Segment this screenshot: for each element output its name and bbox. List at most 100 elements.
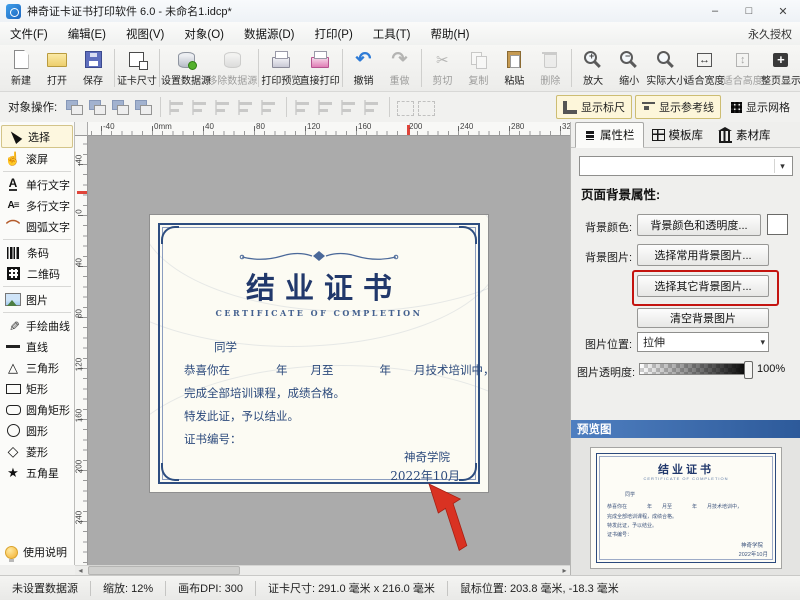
tool-arc-text[interactable]: 圆弧文字	[0, 216, 74, 237]
bg-image-label: 背景图片:	[585, 249, 632, 265]
menu-view[interactable]: 视图(V)	[116, 26, 174, 42]
tool-straight-line[interactable]: 直线	[0, 336, 74, 357]
card-size-button[interactable]: 证卡尺寸	[118, 49, 156, 88]
image-position-value: 拉伸	[643, 334, 665, 350]
undo-button[interactable]: 撤销	[346, 49, 382, 88]
tool-image[interactable]: 图片	[0, 289, 74, 310]
direct-print-button[interactable]: 直接打印	[300, 49, 338, 88]
properties-icon	[584, 130, 596, 141]
tool-barcode[interactable]: 条码	[0, 242, 74, 263]
object-selector-dropdown[interactable]: ▾	[579, 156, 793, 176]
horizontal-scrollbar[interactable]: ◂ ▸	[75, 565, 570, 575]
tab-templates[interactable]: 模板库	[644, 123, 712, 147]
menu-tools[interactable]: 工具(T)	[363, 26, 421, 42]
certificate-salutation: 同学	[214, 339, 237, 355]
show-grid-toggle[interactable]: 显示网格	[724, 95, 797, 119]
scroll-right-icon[interactable]: ▸	[559, 566, 570, 575]
certificate-body-line: 特发此证，予以结业。	[184, 408, 299, 424]
menu-edit[interactable]: 编辑(E)	[58, 26, 116, 42]
choose-common-bg-button[interactable]: 选择常用背景图片...	[637, 244, 769, 266]
show-guides-toggle[interactable]: 显示参考线	[635, 95, 721, 119]
tool-circle[interactable]: 圆形	[0, 420, 74, 441]
help-button[interactable]: 使用说明	[0, 540, 79, 564]
bring-to-front-icon[interactable]	[65, 98, 84, 117]
straight-line-icon	[5, 339, 21, 355]
arc-text-icon	[5, 219, 21, 235]
tool-select[interactable]: 选择	[1, 125, 73, 148]
tool-freehand-curve[interactable]: 手绘曲线	[0, 315, 74, 336]
menu-object[interactable]: 对象(O)	[174, 26, 234, 42]
preview-line: 证书编号：	[607, 531, 632, 538]
bg-color-button[interactable]: 背景颜色和透明度...	[637, 214, 761, 236]
templates-icon	[652, 129, 665, 141]
ruler-label: 200	[409, 122, 422, 131]
image-position-select[interactable]: 拉伸 ▾	[637, 332, 769, 352]
minimize-button[interactable]: –	[698, 0, 732, 22]
toolbar-separator	[258, 49, 259, 87]
ruler-corner	[75, 122, 88, 136]
view-toggles: 显示标尺显示参考线显示网格	[556, 94, 797, 120]
move-layer-down-icon[interactable]	[111, 98, 130, 117]
tool-rounded-rectangle[interactable]: 圆角矩形	[0, 399, 74, 420]
horizontal-spacing-icon	[260, 98, 279, 117]
preview-issuer: 神奇学院	[741, 541, 763, 549]
preview-area: 结业证书 CERTIFICATE OF COMPLETION 同学 恭喜你在 年…	[571, 438, 800, 575]
scroll-left-icon[interactable]: ◂	[75, 566, 86, 575]
image-opacity-slider[interactable]	[639, 363, 751, 375]
vertical-ruler[interactable]: -4004080120160200240	[75, 136, 88, 565]
close-button[interactable]: ✕	[766, 0, 800, 22]
fit-width-button[interactable]: 适合宽度	[685, 49, 723, 88]
help-label: 使用说明	[23, 544, 67, 560]
horizontal-ruler[interactable]: -400mm4080120160200240280320	[88, 122, 570, 136]
maximize-button[interactable]: □	[732, 0, 766, 22]
image-icon	[5, 292, 21, 308]
menu-help[interactable]: 帮助(H)	[420, 26, 479, 42]
zoom-in-button[interactable]: +放大	[575, 49, 611, 88]
tab-materials[interactable]: 素材库	[711, 123, 779, 147]
status-zoom-level: 缩放: 12%	[91, 580, 165, 596]
tool-pan[interactable]: 滚屏	[0, 148, 74, 169]
ruler-label: 120	[75, 355, 84, 375]
send-to-back-icon[interactable]	[134, 98, 153, 117]
undo-icon	[352, 50, 376, 70]
bg-color-swatch[interactable]	[767, 214, 788, 235]
certificate-body-line: 完成全部培训课程，成绩合格。	[184, 385, 345, 401]
preview-certificate-subtitle: CERTIFICATE OF COMPLETION	[591, 476, 781, 481]
preview-certificate: 结业证书 CERTIFICATE OF COMPLETION 同学 恭喜你在 年…	[591, 448, 781, 568]
certificate-page[interactable]: 结业证书 CERTIFICATE OF COMPLETION 同学 恭喜你在 年…	[150, 215, 488, 492]
tool-star[interactable]: 五角星	[0, 462, 74, 483]
paste-button[interactable]: 粘贴	[496, 49, 532, 88]
slider-handle[interactable]	[744, 361, 753, 379]
zoom-out-button[interactable]: −缩小	[611, 49, 647, 88]
scrollbar-thumb[interactable]	[88, 566, 240, 575]
whole-page-button[interactable]: 整页显示	[762, 49, 800, 88]
status-card-size: 证卡尺寸: 291.0 毫米 x 216.0 毫米	[256, 580, 447, 596]
redo-button: 重做	[382, 49, 418, 88]
menu-print[interactable]: 打印(P)	[304, 26, 362, 42]
print-preview-button[interactable]: 打印预览	[262, 49, 300, 88]
tool-qrcode[interactable]: 二维码	[0, 263, 74, 284]
set-datasource-button[interactable]: 设置数据源	[163, 49, 209, 88]
tool-multi-line-text[interactable]: 多行文字	[0, 195, 74, 216]
tool-diamond[interactable]: 菱形	[0, 441, 74, 462]
save-icon	[81, 50, 105, 70]
menu-file[interactable]: 文件(F)	[0, 26, 58, 42]
barcode-icon	[7, 247, 20, 259]
freehand-curve-icon	[5, 318, 21, 334]
clear-bg-button[interactable]: 清空背景图片	[637, 308, 769, 328]
move-layer-up-icon[interactable]	[88, 98, 107, 117]
sidebar-separator	[3, 171, 71, 172]
actual-size-button[interactable]: 实际大小	[647, 49, 685, 88]
open-icon	[45, 50, 69, 70]
tab-properties[interactable]: 属性栏	[575, 122, 644, 148]
show-guides-icon	[642, 102, 655, 113]
new-button[interactable]: 新建	[3, 49, 39, 88]
tool-single-line-text[interactable]: 单行文字	[0, 174, 74, 195]
open-button[interactable]: 打开	[39, 49, 75, 88]
show-ruler-toggle[interactable]: 显示标尺	[556, 95, 632, 119]
save-button[interactable]: 保存	[75, 49, 111, 88]
annotation-arrow	[415, 478, 493, 556]
tool-triangle[interactable]: 三角形	[0, 357, 74, 378]
menu-datasource[interactable]: 数据源(D)	[234, 26, 304, 42]
tool-rectangle[interactable]: 矩形	[0, 378, 74, 399]
